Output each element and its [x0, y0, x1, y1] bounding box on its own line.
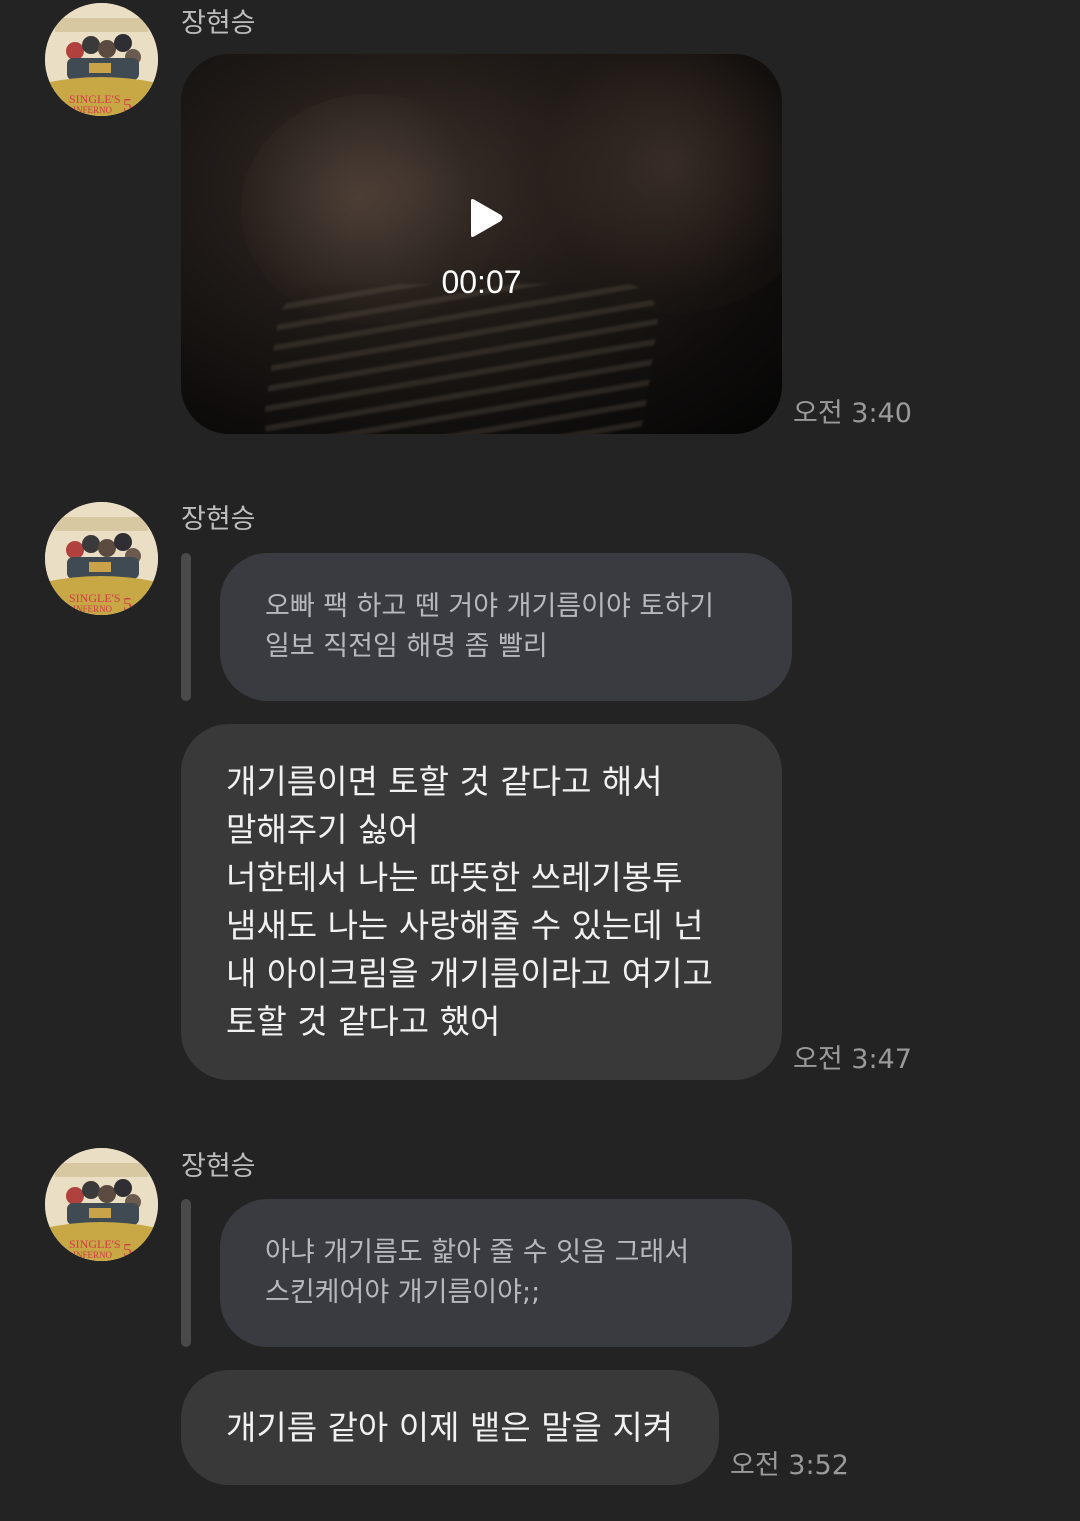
message-line: 개기름 같아 이제 뱉은 말을 지켜	[226, 1408, 674, 1447]
quoted-line: 스킨케어야 개기름이야;;	[265, 1277, 541, 1308]
avatar[interactable]: SINGLE'S INFERNO 5	[45, 1148, 158, 1261]
message-bubble[interactable]: 개기름 같아 이제 뱉은 말을 지켜	[181, 1370, 719, 1485]
avatar[interactable]: SINGLE'S INFERNO 5	[45, 3, 158, 116]
quoted-line: 일보 직전임 해명 좀 빨리	[265, 631, 548, 662]
svg-text:INFERNO: INFERNO	[73, 604, 113, 614]
video-duration: 00:07	[441, 264, 522, 300]
message-line: 개기름이면 토할 것 같다고 해서	[226, 762, 663, 801]
message-line: 내 아이크림을 개기름이라고 여기고	[226, 954, 713, 993]
svg-text:SINGLE'S: SINGLE'S	[69, 92, 121, 106]
video-thumbnail-stripes	[259, 284, 663, 434]
message-line: 말해주기 싫어	[226, 810, 419, 849]
quoted-line: 아냐 개기름도 핥아 줄 수 잇음 그래서	[265, 1237, 690, 1268]
play-icon[interactable]	[468, 198, 504, 238]
sender-name: 장현승	[181, 1151, 256, 1182]
message-time: 오전 3:40	[793, 398, 912, 429]
quoted-line: 오빠 팩 하고 뗀 거야 개기름이야 토하기	[265, 591, 714, 622]
message-time: 오전 3:52	[730, 1450, 849, 1481]
quoted-message[interactable]: 오빠 팩 하고 뗀 거야 개기름이야 토하기 일보 직전임 해명 좀 빨리	[220, 553, 792, 701]
reply-indicator-bar	[181, 553, 191, 701]
avatar-image: SINGLE'S INFERNO 5	[45, 3, 158, 116]
quoted-message[interactable]: 아냐 개기름도 핥아 줄 수 잇음 그래서 스킨케어야 개기름이야;;	[220, 1199, 792, 1347]
svg-text:INFERNO: INFERNO	[73, 105, 113, 115]
message-time: 오전 3:47	[793, 1044, 912, 1075]
svg-text:5: 5	[123, 1240, 132, 1260]
sender-name: 장현승	[181, 8, 256, 39]
svg-text:5: 5	[123, 594, 132, 614]
svg-text:SINGLE'S: SINGLE'S	[69, 591, 121, 605]
avatar-image: SINGLE'S INFERNO 5	[45, 502, 158, 615]
message-line: 너한테서 나는 따뜻한 쓰레기봉투	[226, 858, 683, 897]
video-message[interactable]: 00:07	[181, 54, 782, 434]
svg-text:SINGLE'S: SINGLE'S	[69, 1237, 121, 1251]
svg-text:INFERNO: INFERNO	[73, 1250, 113, 1260]
reply-indicator-bar	[181, 1199, 191, 1347]
svg-text:5: 5	[123, 95, 132, 115]
message-line: 냄새도 나는 사랑해줄 수 있는데 넌	[226, 906, 704, 945]
sender-name: 장현승	[181, 504, 256, 535]
avatar[interactable]: SINGLE'S INFERNO 5	[45, 502, 158, 615]
message-line: 토할 것 같다고 했어	[226, 1002, 501, 1041]
message-bubble[interactable]: 개기름이면 토할 것 같다고 해서 말해주기 싫어 너한테서 나는 따뜻한 쓰레…	[181, 724, 782, 1080]
avatar-image: SINGLE'S INFERNO 5	[45, 1148, 158, 1261]
